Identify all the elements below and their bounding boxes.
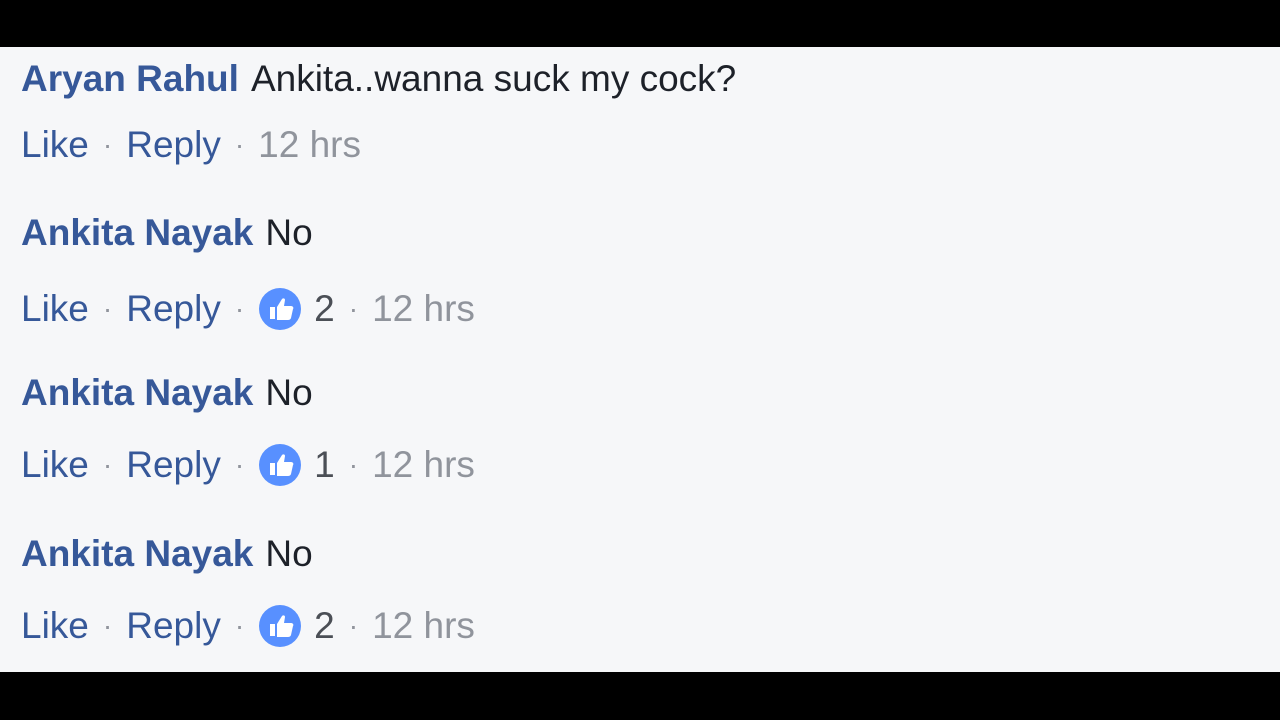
- timestamp[interactable]: 12 hrs: [258, 125, 361, 165]
- thumbs-up-icon: [259, 605, 302, 647]
- separator: ·: [102, 449, 113, 480]
- comment-author[interactable]: Ankita Nayak: [21, 372, 253, 413]
- separator: ·: [348, 449, 359, 480]
- reply-link[interactable]: Reply: [126, 606, 221, 646]
- reaction-count[interactable]: 1: [258, 443, 335, 487]
- separator: ·: [234, 449, 245, 480]
- like-link[interactable]: Like: [21, 445, 89, 485]
- comment-author[interactable]: Ankita Nayak: [21, 533, 253, 574]
- comment-author[interactable]: Aryan Rahul: [21, 58, 239, 99]
- comment-body: Ankita Nayak No: [21, 213, 313, 253]
- comments-panel: Aryan Rahul Ankita..wanna suck my cock? L…: [0, 47, 1280, 672]
- separator: ·: [348, 610, 359, 641]
- reaction-number: 1: [314, 444, 335, 485]
- timestamp[interactable]: 12 hrs: [372, 445, 475, 485]
- reaction-count[interactable]: 2: [258, 287, 335, 331]
- comment-body: Ankita Nayak No: [21, 373, 313, 413]
- timestamp[interactable]: 12 hrs: [372, 289, 475, 329]
- separator: ·: [102, 129, 113, 160]
- reaction-number: 2: [314, 288, 335, 329]
- letterbox-top: [0, 0, 1280, 47]
- reply-link[interactable]: Reply: [126, 445, 221, 485]
- comment-body: Ankita Nayak No: [21, 534, 313, 574]
- letterbox-bottom: [0, 672, 1280, 720]
- separator: ·: [102, 293, 113, 324]
- comment-message: No: [265, 372, 313, 413]
- comment-body: Aryan Rahul Ankita..wanna suck my cock?: [21, 59, 736, 99]
- comment-actions: Like · Reply · 12 hrs: [21, 125, 361, 165]
- separator: ·: [234, 610, 245, 641]
- separator: ·: [102, 610, 113, 641]
- reply-link[interactable]: Reply: [126, 125, 221, 165]
- separator: ·: [234, 129, 245, 160]
- like-link[interactable]: Like: [21, 606, 89, 646]
- like-link[interactable]: Like: [21, 125, 89, 165]
- comment-actions: Like · Reply · 2 · 12 hrs: [21, 287, 475, 331]
- thumbs-up-icon: [259, 444, 302, 486]
- comment-actions: Like · Reply · 2 · 12 hrs: [21, 604, 475, 648]
- reaction-count[interactable]: 2: [258, 604, 335, 648]
- like-link[interactable]: Like: [21, 289, 89, 329]
- comment-author[interactable]: Ankita Nayak: [21, 212, 253, 253]
- separator: ·: [348, 293, 359, 324]
- comment-message: No: [265, 533, 313, 574]
- comment-actions: Like · Reply · 1 · 12 hrs: [21, 443, 475, 487]
- reply-link[interactable]: Reply: [126, 289, 221, 329]
- timestamp[interactable]: 12 hrs: [372, 606, 475, 646]
- thumbs-up-icon: [259, 288, 302, 330]
- separator: ·: [234, 293, 245, 324]
- reaction-number: 2: [314, 605, 335, 646]
- comment-message: No: [265, 212, 313, 253]
- comment-message: Ankita..wanna suck my cock?: [250, 58, 737, 99]
